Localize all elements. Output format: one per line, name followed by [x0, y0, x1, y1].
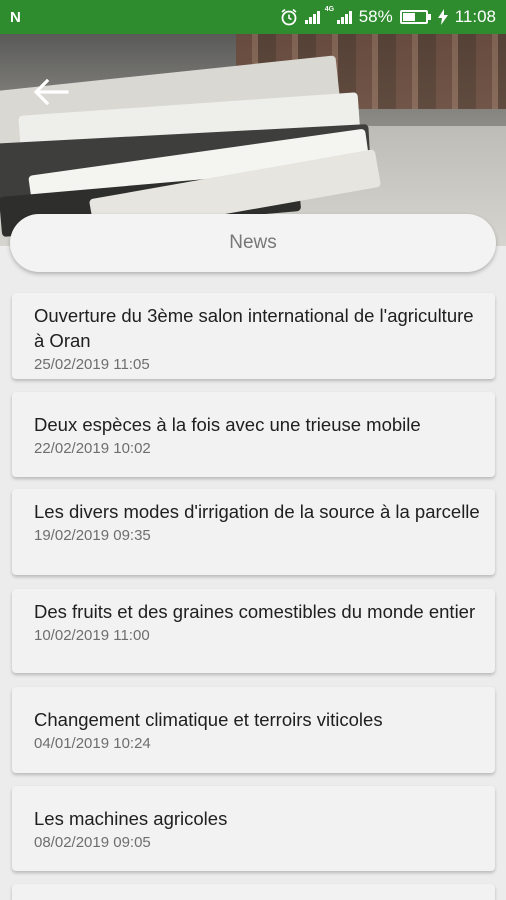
- charging-icon: [437, 9, 448, 25]
- news-title: Des fruits et des graines comestibles du…: [34, 601, 476, 622]
- content-area: Ouverture du 3ème salon international de…: [0, 246, 506, 900]
- news-title: Changement climatique et terroirs vitico…: [34, 709, 383, 730]
- news-card-partial[interactable]: [12, 884, 495, 900]
- news-title: Deux espèces à la fois avec une trieuse …: [34, 414, 421, 435]
- news-card[interactable]: Ouverture du 3ème salon international de…: [12, 293, 495, 379]
- news-date: 22/02/2019 10:02: [34, 440, 151, 457]
- notification-n-icon: N: [10, 8, 21, 26]
- news-card[interactable]: Des fruits et des graines comestibles du…: [12, 589, 495, 673]
- news-date: 08/02/2019 09:05: [34, 834, 151, 851]
- news-card[interactable]: Les divers modes d'irrigation de la sour…: [12, 489, 495, 575]
- news-date: 25/02/2019 11:05: [34, 356, 150, 373]
- status-bar: N 4G 58% 11:08: [0, 0, 506, 34]
- news-date: 19/02/2019 09:35: [34, 527, 151, 544]
- clock: 11:08: [454, 7, 496, 26]
- news-title: Les machines agricoles: [34, 808, 228, 829]
- signal-icon: [304, 10, 320, 24]
- news-card[interactable]: Changement climatique et terroirs vitico…: [12, 687, 495, 773]
- battery-icon: [399, 10, 431, 24]
- news-date: 10/02/2019 11:00: [34, 627, 150, 644]
- battery-percent: 58%: [358, 7, 393, 26]
- news-card[interactable]: Les machines agricoles 08/02/2019 09:05: [12, 786, 495, 871]
- news-card[interactable]: Deux espèces à la fois avec une trieuse …: [12, 392, 495, 477]
- arrow-left-icon: [33, 79, 69, 105]
- news-date: 04/01/2019 10:24: [34, 735, 151, 752]
- news-title: Les divers modes d'irrigation de la sour…: [34, 501, 480, 522]
- screen: N 4G 58% 11:08 Ouverture du 3ème salon i…: [0, 0, 506, 900]
- page-title: News: [10, 214, 496, 272]
- back-button[interactable]: [26, 72, 76, 112]
- news-title: Ouverture du 3ème salon international de…: [34, 305, 474, 351]
- signal-4g-icon: 4G: [325, 6, 352, 24]
- alarm-icon: [281, 8, 297, 26]
